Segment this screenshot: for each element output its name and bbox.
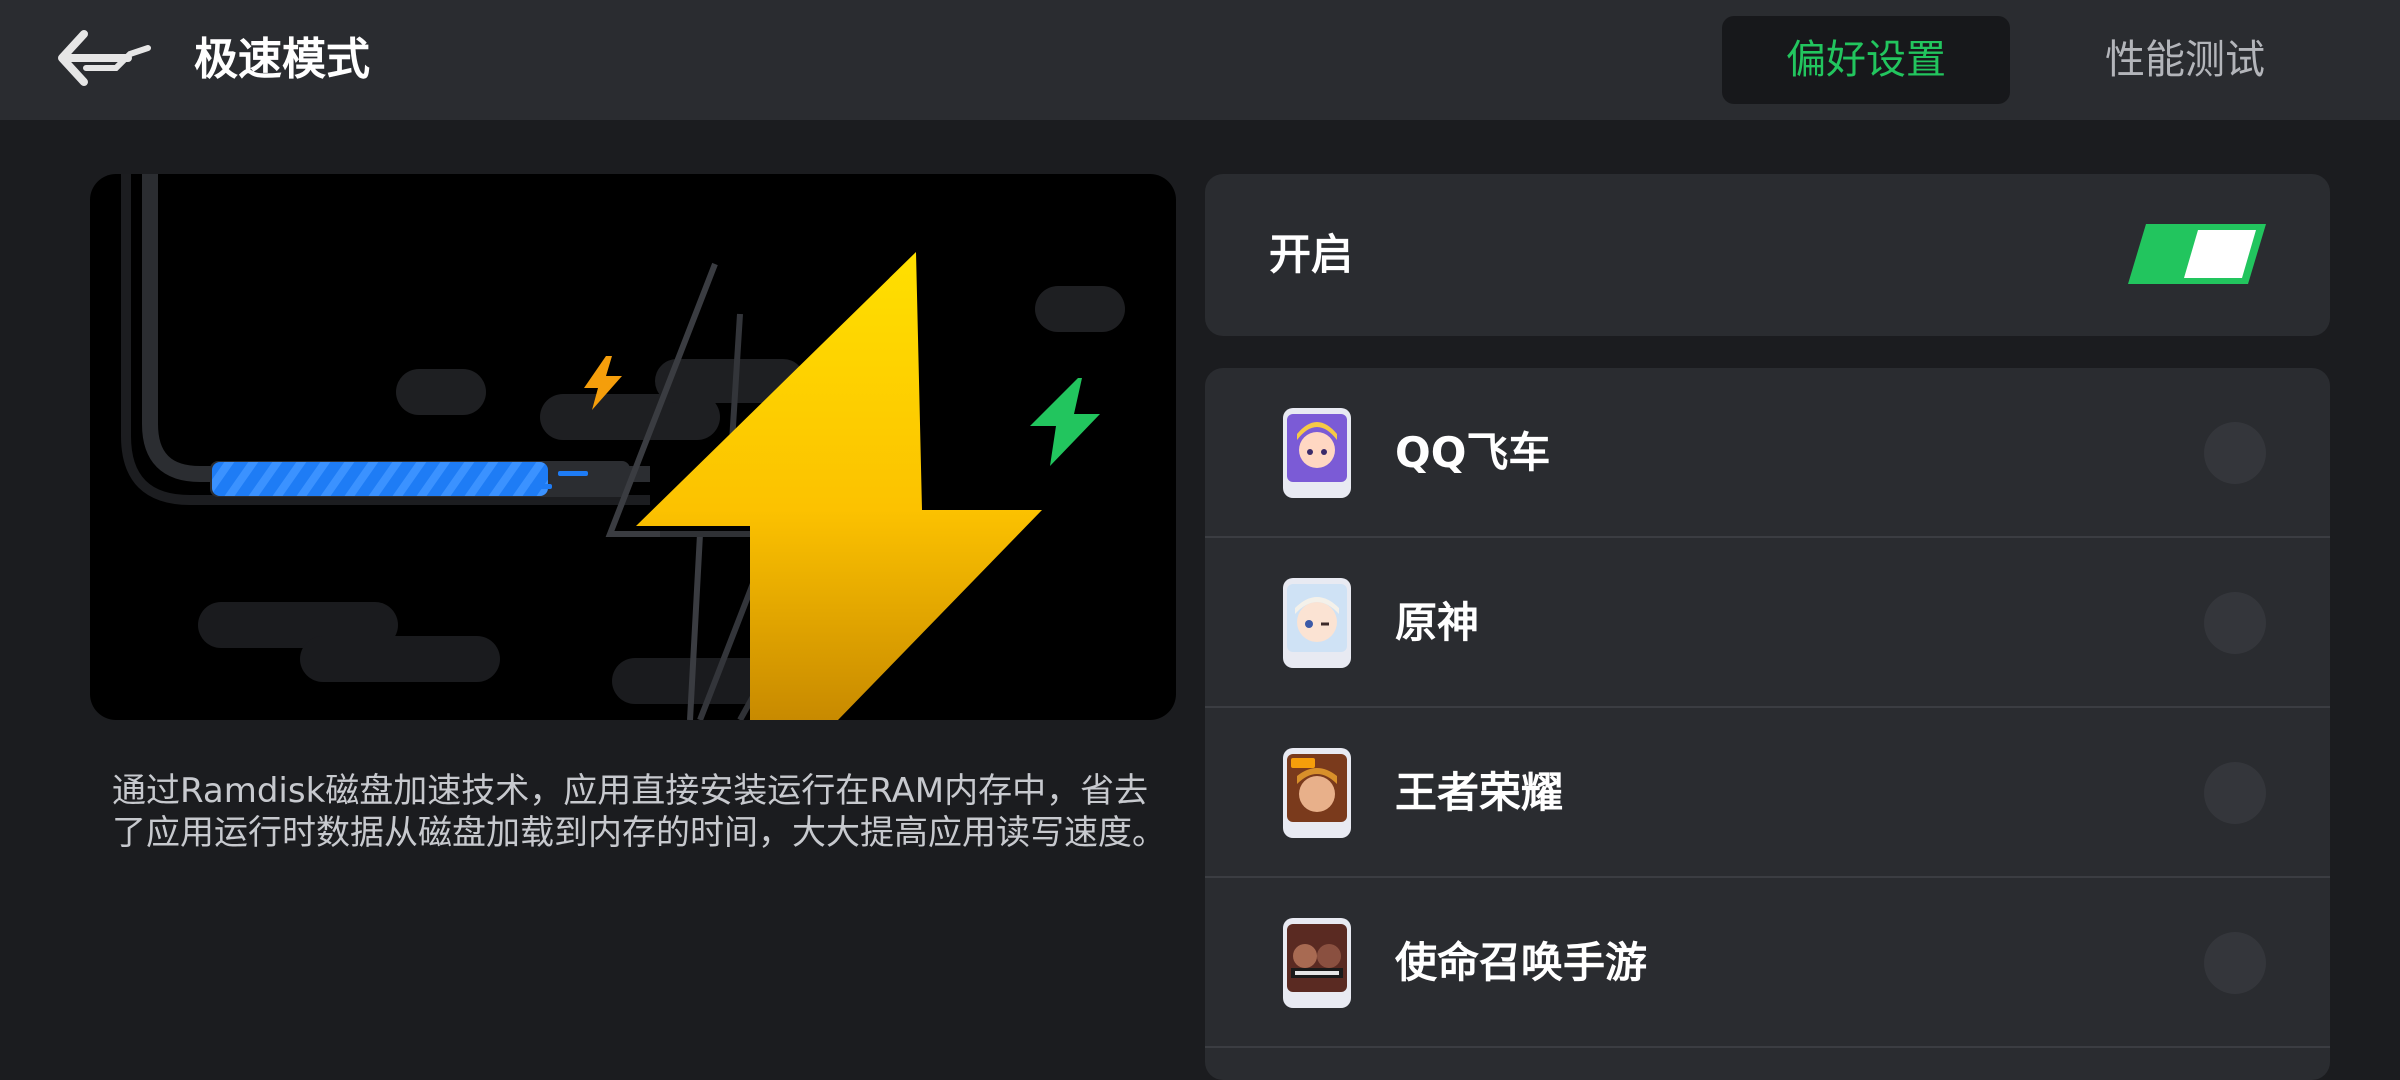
- app-name: 王者荣耀: [1395, 768, 1564, 817]
- top-bar: 极速模式 偏好设置 性能测试: [0, 0, 2400, 120]
- tab-preferences[interactable]: 偏好设置: [1722, 16, 2010, 104]
- select-radio[interactable]: [2204, 422, 2266, 484]
- app-list: QQ飞车 原神 王者荣耀 使命召唤手游: [1205, 368, 2330, 1080]
- back-button[interactable]: [56, 28, 156, 92]
- description-text: 通过Ramdisk磁盘加速技术，应用直接安装运行在RAM内存中，省去了应用运行时…: [112, 771, 1166, 853]
- enable-label: 开启: [1269, 230, 1354, 279]
- qq-speed-app-icon: [1281, 406, 1353, 500]
- enable-card: 开启: [1205, 174, 2330, 336]
- select-radio[interactable]: [2204, 592, 2266, 654]
- app-name: 原神: [1395, 598, 1480, 647]
- list-item[interactable]: 使命召唤手游: [1205, 878, 2330, 1048]
- app-name: 使命召唤手游: [1395, 938, 1648, 987]
- call-of-duty-app-icon: [1281, 916, 1353, 1010]
- list-item[interactable]: 原神: [1205, 538, 2330, 708]
- honor-of-kings-app-icon: [1281, 746, 1353, 840]
- list-item[interactable]: QQ飞车: [1205, 368, 2330, 538]
- page-title: 极速模式: [194, 34, 370, 85]
- select-radio[interactable]: [2204, 932, 2266, 994]
- app-name: QQ飞车: [1395, 428, 1551, 477]
- select-radio[interactable]: [2204, 762, 2266, 824]
- list-item[interactable]: 王者荣耀: [1205, 708, 2330, 878]
- enable-switch[interactable]: [2128, 224, 2266, 284]
- genshin-app-icon: [1281, 576, 1353, 670]
- hero-illustration: [90, 174, 1176, 720]
- back-arrow-icon: [58, 30, 151, 86]
- tab-performance-test[interactable]: 性能测试: [2040, 16, 2330, 104]
